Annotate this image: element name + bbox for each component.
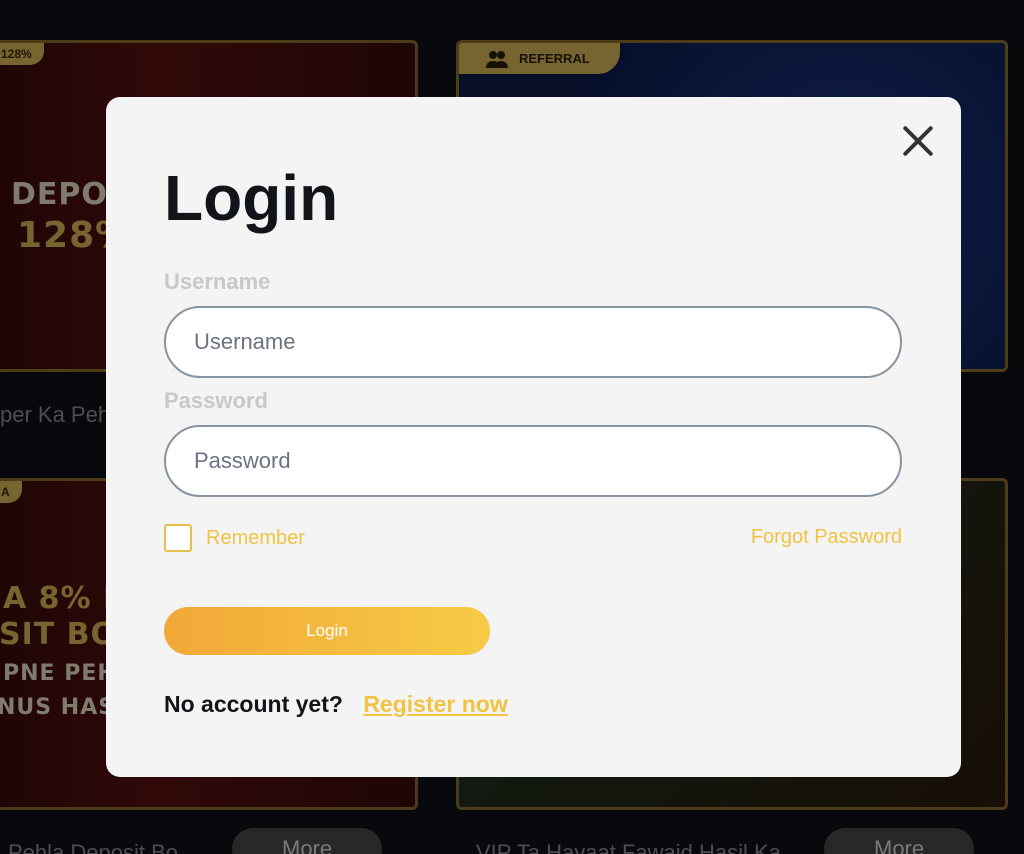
register-prompt: No account yet? Register now: [164, 691, 508, 718]
password-input[interactable]: [164, 425, 902, 497]
login-modal: Login Username Password Remember Forgot …: [106, 97, 961, 777]
no-account-text: No account yet?: [164, 691, 343, 717]
register-link[interactable]: Register now: [363, 691, 507, 717]
forgot-password-link[interactable]: Forgot Password: [751, 526, 902, 549]
remember-checkbox[interactable]: Remember: [164, 524, 305, 552]
checkbox-box[interactable]: [164, 524, 192, 552]
close-icon[interactable]: [900, 123, 936, 159]
username-input[interactable]: [164, 306, 902, 378]
page-title: Login: [164, 162, 339, 234]
password-label: Password: [164, 388, 268, 413]
login-button[interactable]: Login: [164, 607, 490, 655]
remember-label: Remember: [206, 526, 305, 549]
username-label: Username: [164, 269, 271, 294]
